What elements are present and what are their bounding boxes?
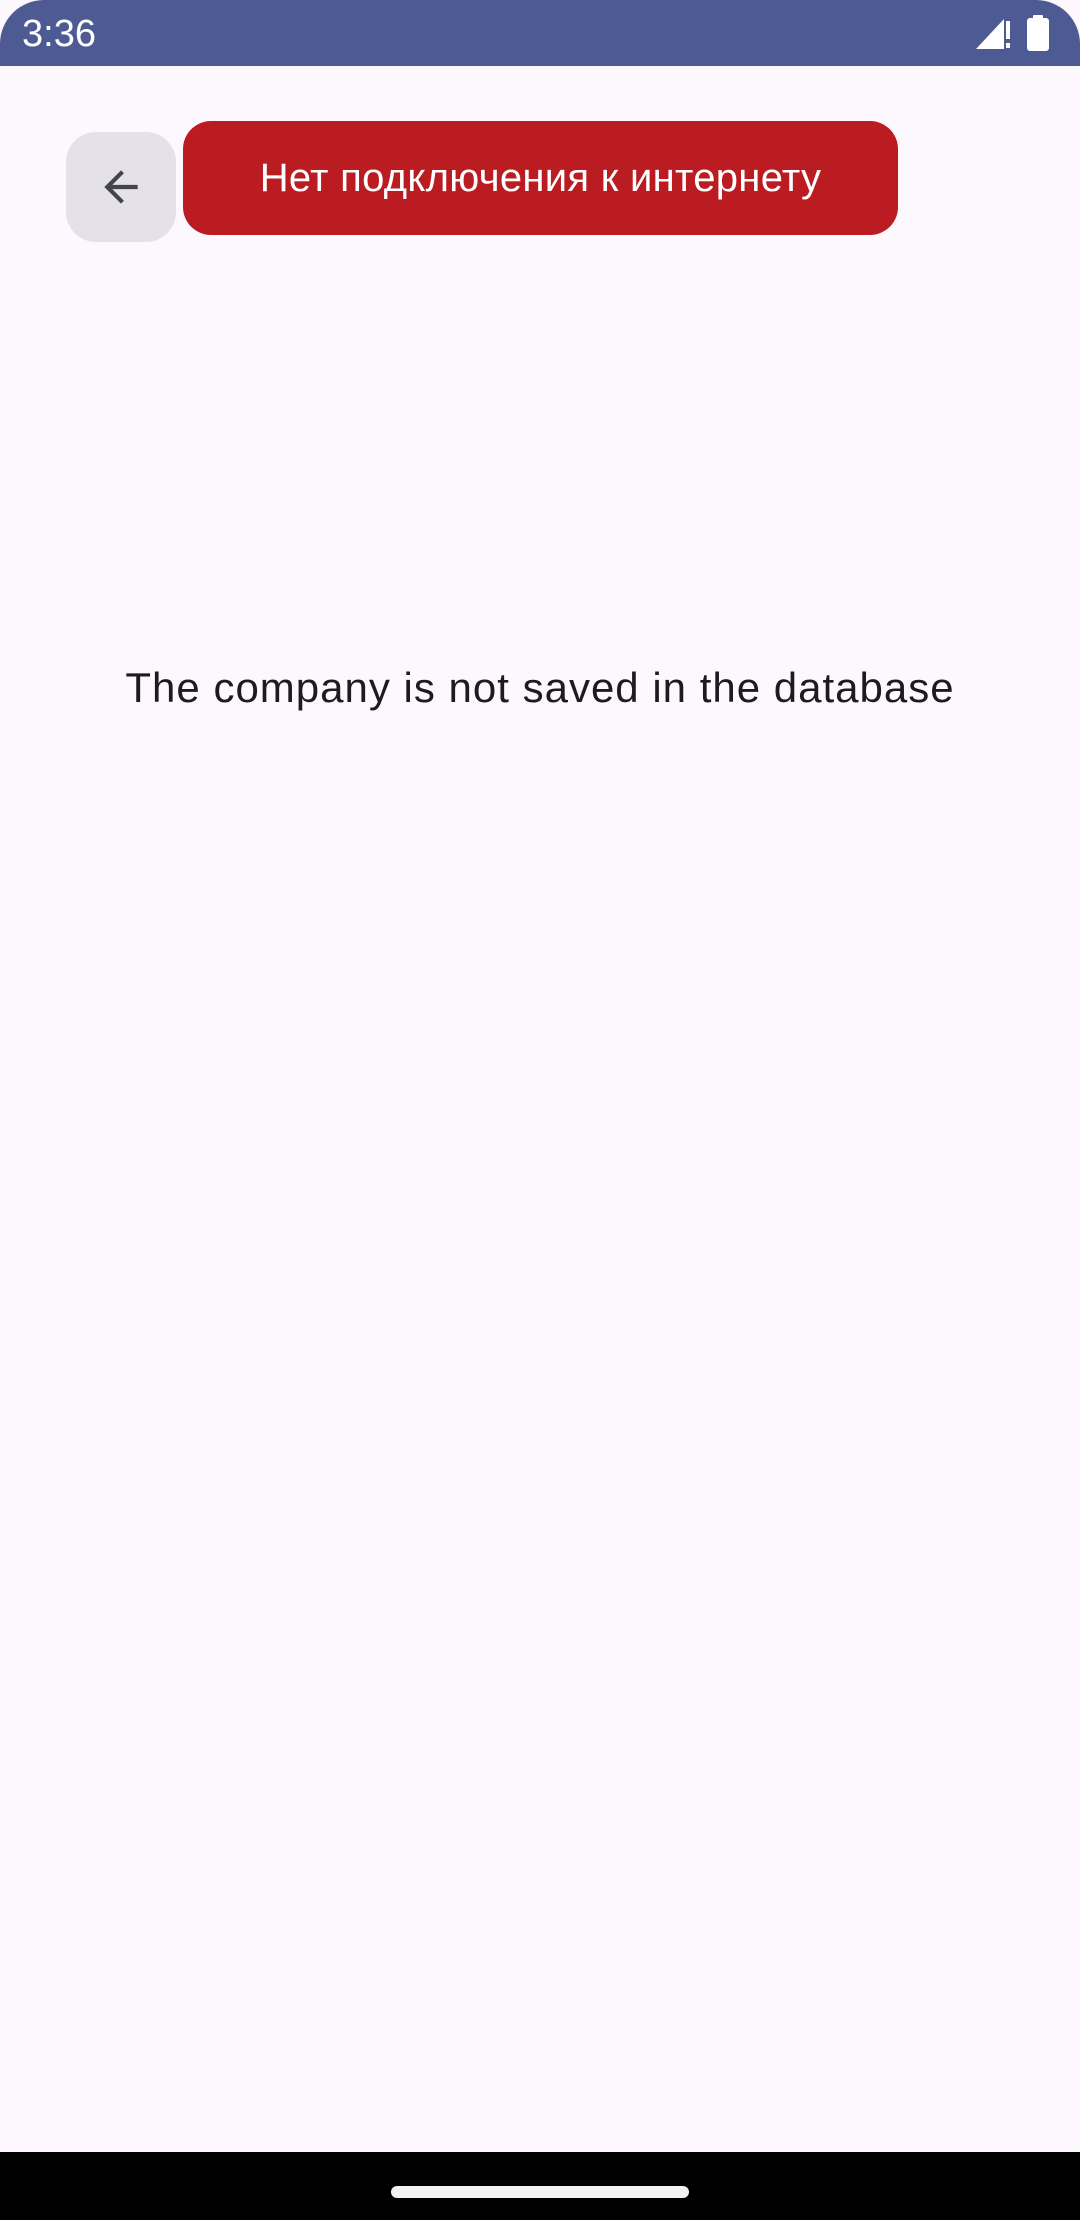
empty-state-message: The company is not saved in the database xyxy=(125,664,955,711)
battery-icon xyxy=(1026,15,1050,51)
signal-alert-icon xyxy=(974,15,1014,51)
back-button[interactable] xyxy=(66,132,176,242)
status-time: 3:36 xyxy=(22,13,96,55)
no-connection-text: Нет подключения к интернету xyxy=(259,155,822,200)
content-area: Нет подключения к интернету The company … xyxy=(0,66,1080,2152)
status-bar: 3:36 xyxy=(0,0,1080,66)
status-icons xyxy=(974,14,1050,52)
navigation-bar xyxy=(0,2152,1080,2220)
no-connection-banner: Нет подключения к интернету xyxy=(183,121,898,235)
home-gesture-handle[interactable] xyxy=(391,2186,689,2198)
arrow-back-icon xyxy=(96,162,146,212)
app-screen: 3:36 Нет подключения к интернету The com… xyxy=(0,0,1080,2220)
